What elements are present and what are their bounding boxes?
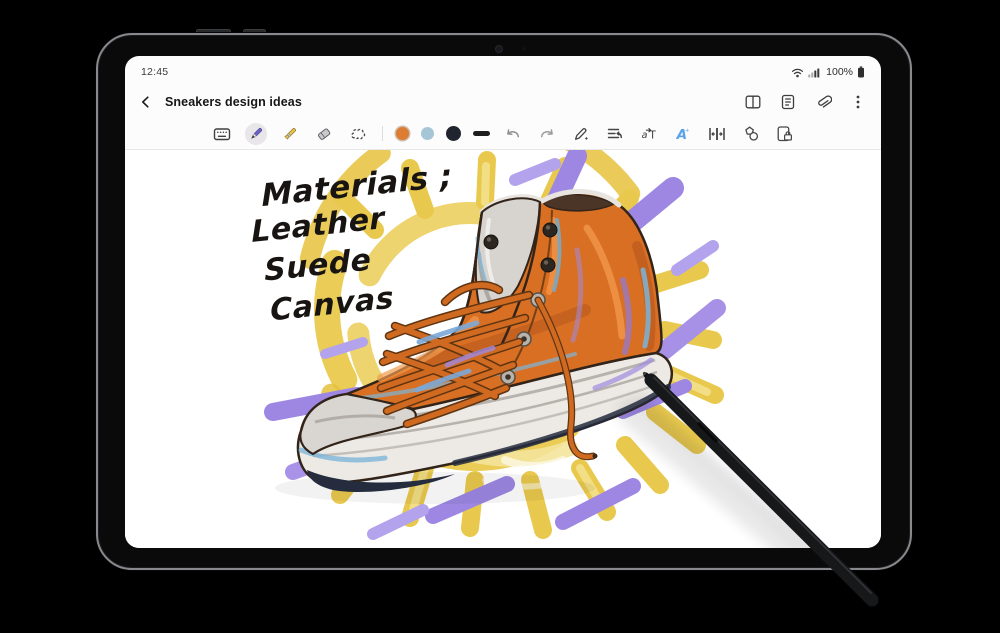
page-lock-icon xyxy=(775,124,795,144)
title-actions xyxy=(744,93,867,111)
light-sensor xyxy=(522,47,526,51)
pen-tool-button[interactable] xyxy=(245,123,267,145)
page-fit-icon xyxy=(707,124,727,144)
split-view-icon xyxy=(744,93,762,111)
highlighter-icon xyxy=(280,124,300,144)
redo-icon xyxy=(537,124,557,144)
lasso-icon xyxy=(348,124,368,144)
convert-to-text-button[interactable]: a T xyxy=(638,123,660,145)
status-bar: 12:45 100% xyxy=(125,56,881,84)
front-camera xyxy=(495,45,503,53)
split-view-button[interactable] xyxy=(744,93,762,111)
drawing-toolbar: a T A xyxy=(125,118,881,150)
kebab-menu-icon xyxy=(849,93,867,111)
attachment-button[interactable] xyxy=(814,93,832,111)
note-title: Sneakers design ideas xyxy=(165,95,302,109)
redo-button[interactable] xyxy=(536,123,558,145)
straighten-icon xyxy=(605,124,625,144)
text-keyboard-button[interactable] xyxy=(211,123,233,145)
title-bar: Sneakers design ideas xyxy=(125,84,881,118)
pen-shadow xyxy=(630,400,860,548)
color-swatch-orange[interactable] xyxy=(396,127,409,140)
color-swatch-blue[interactable] xyxy=(421,127,434,140)
pen-sparkle-icon xyxy=(571,124,591,144)
battery-percent: 100% xyxy=(826,66,853,78)
stage: 12:45 100% xyxy=(0,0,1000,633)
more-options-button[interactable] xyxy=(849,93,867,111)
page-list-icon xyxy=(779,93,797,111)
eraser-icon xyxy=(314,124,334,144)
page-lock-button[interactable] xyxy=(774,123,796,145)
screen: 12:45 100% xyxy=(125,56,881,548)
battery-icon xyxy=(857,66,865,78)
tablet-device: 12:45 100% xyxy=(96,33,912,570)
convert-to-text-icon: a T xyxy=(639,124,659,144)
keyboard-icon xyxy=(212,124,232,144)
paperclip-icon xyxy=(814,93,832,111)
svg-text:a: a xyxy=(641,130,647,141)
eraser-tool-button[interactable] xyxy=(313,123,335,145)
pen-icon xyxy=(246,124,266,144)
status-icons: 100% xyxy=(791,66,865,78)
shapes-icon xyxy=(741,124,761,144)
color-swatch-black[interactable] xyxy=(446,126,461,141)
wifi-icon xyxy=(791,67,804,78)
straighten-button[interactable] xyxy=(604,123,626,145)
sneaker-artwork xyxy=(125,150,881,548)
signal-icon xyxy=(808,67,820,78)
toolbar-divider xyxy=(382,126,383,141)
clock: 12:45 xyxy=(141,66,168,78)
back-button[interactable] xyxy=(137,93,155,111)
shape-recognition-button[interactable] xyxy=(740,123,762,145)
page-fit-button[interactable] xyxy=(706,123,728,145)
ai-assist-icon: A xyxy=(673,124,693,144)
highlighter-tool-button[interactable] xyxy=(279,123,301,145)
ai-assist-button[interactable]: A xyxy=(672,123,694,145)
page-overview-button[interactable] xyxy=(779,93,797,111)
stroke-width-button[interactable] xyxy=(473,131,490,136)
undo-button[interactable] xyxy=(502,123,524,145)
spen-to-text-button[interactable] xyxy=(570,123,592,145)
note-canvas[interactable]: Materials ; Leather Suede Canvas xyxy=(125,150,881,548)
lasso-select-button[interactable] xyxy=(347,123,369,145)
svg-text:A: A xyxy=(675,127,686,143)
chevron-left-icon xyxy=(138,94,154,110)
undo-icon xyxy=(503,124,523,144)
